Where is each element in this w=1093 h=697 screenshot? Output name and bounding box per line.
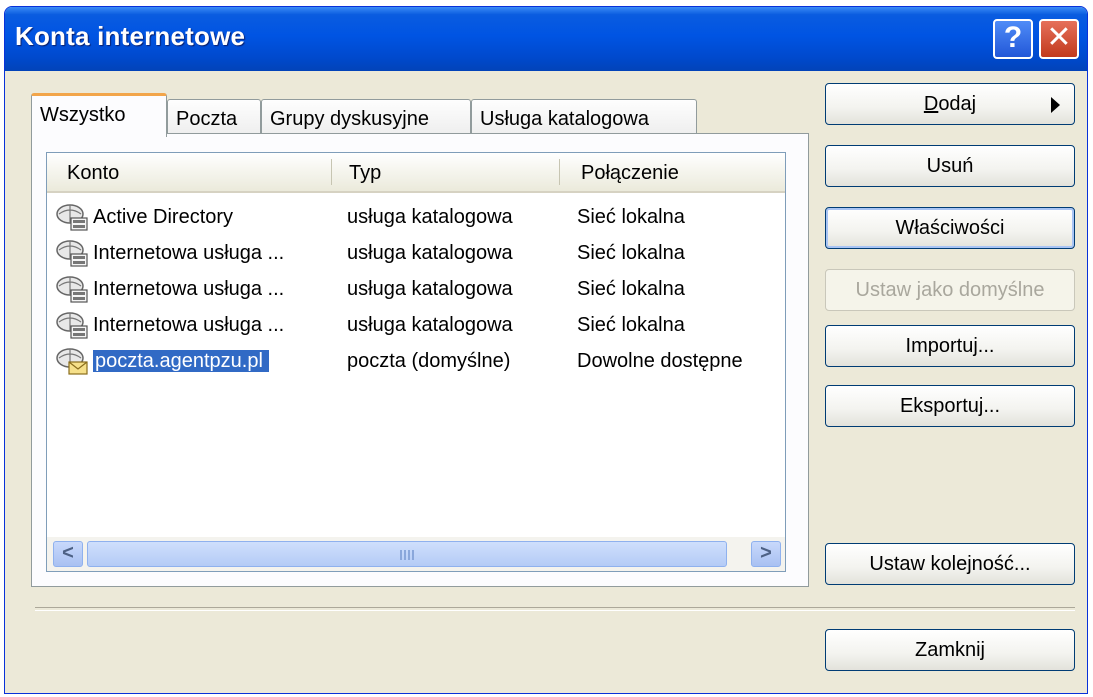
table-row[interactable]: Active Directory usługa katalogowa Sieć … bbox=[47, 199, 785, 235]
directory-service-icon bbox=[56, 276, 88, 303]
scroll-right-button[interactable]: > bbox=[751, 541, 781, 567]
table-row-selected[interactable]: poczta.agentpzu.pl poczta (domyślne) Dow… bbox=[47, 343, 785, 379]
directory-service-icon bbox=[56, 240, 88, 267]
close-window-button[interactable]: ✕ bbox=[1039, 19, 1079, 59]
horizontal-scrollbar[interactable]: < > bbox=[47, 537, 785, 571]
account-type: poczta (domyślne) bbox=[347, 350, 511, 372]
column-divider[interactable] bbox=[331, 159, 332, 185]
scrollbar-grip-icon bbox=[400, 550, 414, 560]
column-divider[interactable] bbox=[559, 159, 560, 185]
list-header: Konto Typ Połączenie bbox=[47, 153, 785, 193]
directory-service-icon bbox=[56, 312, 88, 339]
account-name: poczta.agentpzu.pl bbox=[93, 343, 269, 379]
add-label-rest: odaj bbox=[938, 93, 977, 115]
divider bbox=[35, 607, 1075, 611]
column-header-account[interactable]: Konto bbox=[57, 153, 327, 191]
close-button[interactable]: Zamknij bbox=[825, 629, 1075, 671]
account-name: Internetowa usługa ... bbox=[93, 242, 285, 264]
window-title: Konta internetowe bbox=[15, 21, 246, 51]
account-connection: Sieć lokalna bbox=[577, 278, 685, 300]
properties-button[interactable]: Właściwości bbox=[825, 207, 1075, 249]
set-order-button[interactable]: Ustaw kolejność... bbox=[825, 543, 1075, 585]
table-row[interactable]: Internetowa usługa ... usługa katalogowa… bbox=[47, 271, 785, 307]
accounts-list[interactable]: Konto Typ Połączenie Active Directory us… bbox=[46, 152, 786, 572]
export-button[interactable]: Eksportuj... bbox=[825, 385, 1075, 427]
tab-panel: Konto Typ Połączenie Active Directory us… bbox=[31, 133, 809, 587]
directory-service-icon bbox=[56, 204, 88, 231]
tab-all[interactable]: Wszystko bbox=[31, 93, 167, 137]
remove-button[interactable]: Usuń bbox=[825, 145, 1075, 187]
table-row[interactable]: Internetowa usługa ... usługa katalogowa… bbox=[47, 307, 785, 343]
column-header-type[interactable]: Typ bbox=[339, 153, 559, 191]
account-name: Internetowa usługa ... bbox=[93, 314, 285, 336]
table-row[interactable]: Internetowa usługa ... usługa katalogowa… bbox=[47, 235, 785, 271]
submenu-arrow-icon bbox=[1051, 97, 1060, 113]
add-mnemonic: D bbox=[923, 93, 939, 115]
account-type: usługa katalogowa bbox=[347, 206, 513, 228]
mail-account-icon bbox=[56, 348, 88, 375]
dialog-window: Konta internetowe ? ✕ Wszystko Poczta Gr… bbox=[4, 6, 1088, 694]
scrollbar-thumb[interactable] bbox=[87, 541, 727, 567]
set-default-button[interactable]: Ustaw jako domyślne bbox=[825, 269, 1075, 311]
account-type: usługa katalogowa bbox=[347, 278, 513, 300]
selected-account-label: poczta.agentpzu.pl bbox=[93, 350, 269, 372]
import-button[interactable]: Importuj... bbox=[825, 325, 1075, 367]
account-connection: Sieć lokalna bbox=[577, 206, 685, 228]
account-connection: Sieć lokalna bbox=[577, 314, 685, 336]
column-header-connection[interactable]: Połączenie bbox=[571, 153, 781, 191]
account-type: usługa katalogowa bbox=[347, 314, 513, 336]
help-button[interactable]: ? bbox=[993, 19, 1033, 59]
account-connection: Dowolne dostępne bbox=[577, 350, 743, 372]
account-connection: Sieć lokalna bbox=[577, 242, 685, 264]
account-name: Internetowa usługa ... bbox=[93, 278, 285, 300]
title-bar[interactable]: Konta internetowe ? ✕ bbox=[5, 7, 1087, 71]
scroll-left-button[interactable]: < bbox=[53, 541, 83, 567]
add-button[interactable]: Dodaj bbox=[825, 83, 1075, 125]
account-type: usługa katalogowa bbox=[347, 242, 513, 264]
account-name: Active Directory bbox=[93, 206, 234, 228]
